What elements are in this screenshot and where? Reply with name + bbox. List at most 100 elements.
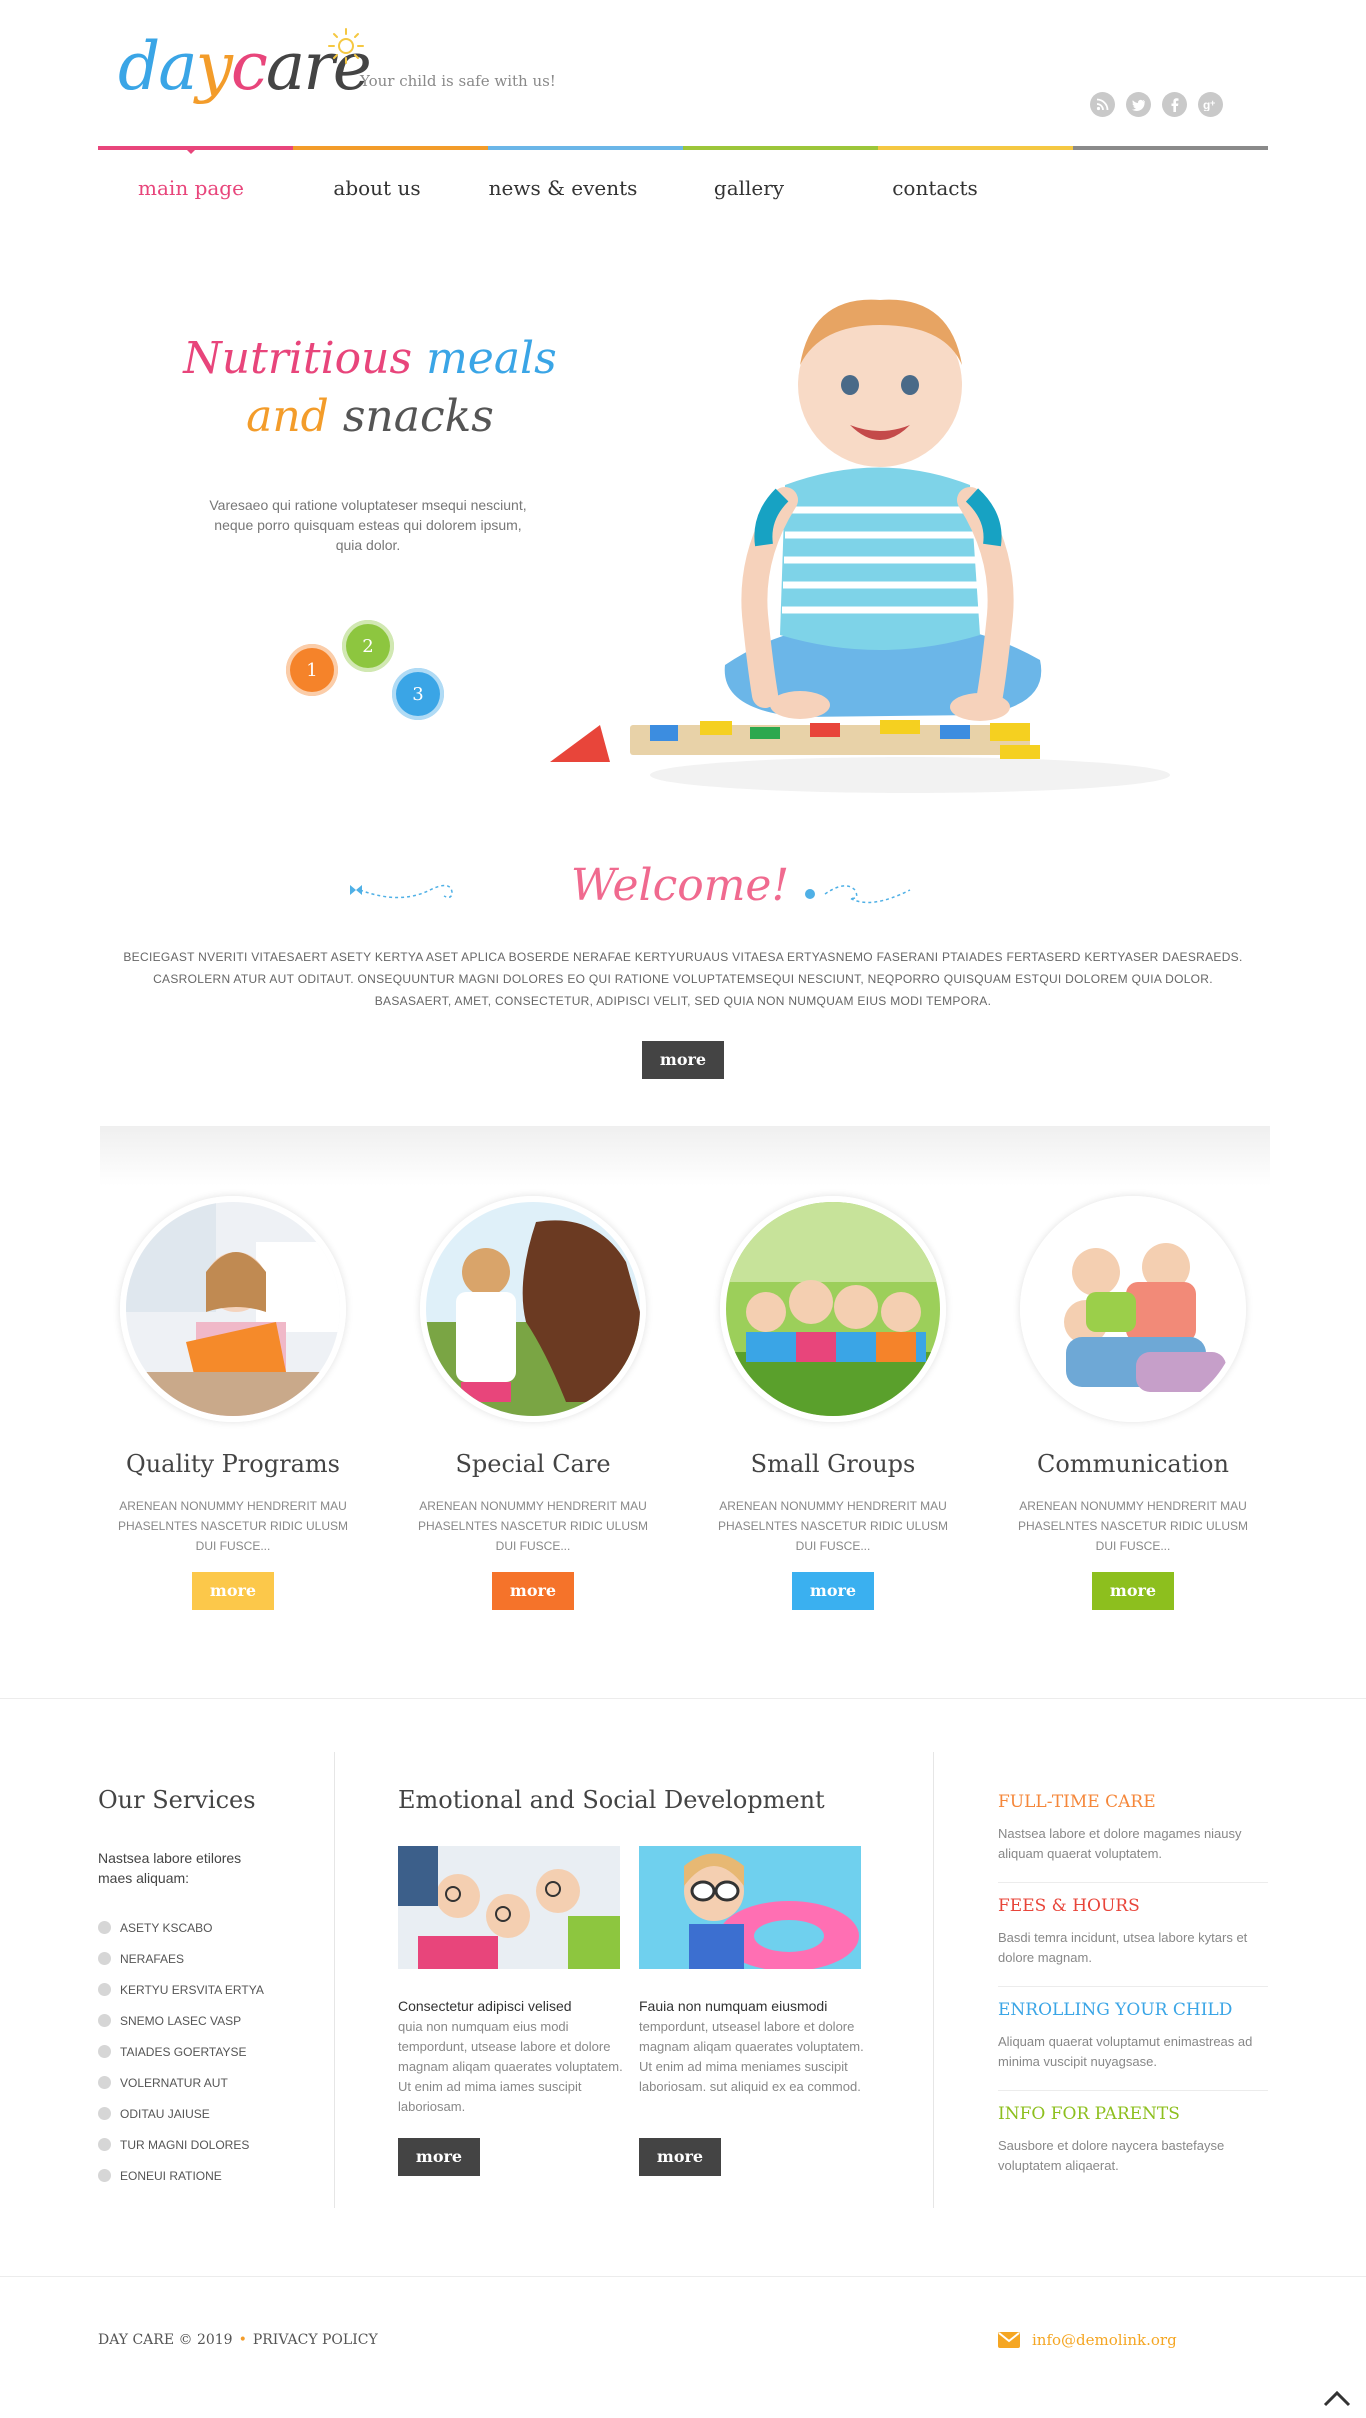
info-divider [998, 1986, 1268, 1987]
column-divider [334, 1752, 335, 2208]
feature-text: Arenean nonummy hendrerit mau phaselntes… [1017, 1499, 1249, 1553]
info-divider [998, 2090, 1268, 2091]
hero-child-image [550, 299, 1170, 793]
feature-quality-programs: Quality Programs Arenean nonummy hendrer… [98, 1196, 368, 1610]
list-item[interactable]: Kertyu ersvita ertya [98, 1974, 264, 2005]
info-text: Basdi temra incidunt, utsea labore kytar… [998, 1930, 1248, 1965]
footer-email[interactable]: info@demolink.org [998, 2331, 1177, 2349]
nav-active-indicator [186, 149, 196, 154]
info-title-link[interactable]: Full-time care [998, 1792, 1268, 1812]
hero-title-word: meals [426, 333, 557, 384]
list-item[interactable]: Oditau jaiuse [98, 2098, 264, 2129]
feature-small-groups: Small Groups Arenean nonummy hendrerit m… [698, 1196, 968, 1610]
copyright: Day Care © 2019 • Privacy Policy [98, 2332, 378, 2348]
feature-more-button[interactable]: more [792, 1572, 874, 1610]
logo-part-1: da [118, 28, 198, 105]
feature-more-button[interactable]: more [192, 1572, 274, 1610]
bullet-icon [98, 2076, 111, 2089]
feature-title: Special Care [455, 1450, 611, 1478]
footer-divider [0, 2276, 1366, 2277]
nav-item-about-us[interactable]: about us [284, 176, 470, 200]
google-plus-icon[interactable]: g + [1198, 92, 1223, 117]
copyright-text: Day Care © 2019 [98, 2332, 233, 2348]
service-label: Kertyu ersvita ertya [120, 1982, 264, 1997]
tagline: Your child is safe with us! [360, 72, 556, 90]
nav-bar-segment [293, 146, 488, 150]
list-item[interactable]: Snemo lasec vasp [98, 2005, 264, 2036]
list-item[interactable]: Taiades goertayse [98, 2036, 264, 2067]
privacy-policy-link[interactable]: Privacy Policy [253, 2332, 378, 2348]
svg-text:+: + [1210, 98, 1215, 108]
nav-item-news-events[interactable]: news & events [470, 176, 656, 200]
feature-title: Small Groups [750, 1450, 916, 1478]
nav-item-main-page[interactable]: main page [98, 176, 284, 200]
feature-title: Communication [1037, 1450, 1229, 1478]
info-title-link[interactable]: Enrolling your child [998, 2000, 1268, 2020]
info-parents: Info for parents Sausbore et dolore nayc… [998, 2104, 1268, 2176]
facebook-icon[interactable] [1162, 92, 1187, 117]
slide-dot-1[interactable]: 1 [286, 644, 338, 696]
bullet-icon [98, 2138, 111, 2151]
article-heading: Consectetur adipisci velised [398, 1998, 572, 2014]
welcome-more-button[interactable]: more [642, 1041, 724, 1079]
article-more-button[interactable]: more [639, 2138, 721, 2176]
article-image[interactable] [398, 1846, 620, 1969]
slider-pagination: 1 2 3 [284, 620, 454, 730]
feature-image[interactable] [1020, 1196, 1246, 1422]
twitter-icon[interactable] [1126, 92, 1151, 117]
info-enrolling: Enrolling your child Aliquam quaerat vol… [998, 2000, 1268, 2072]
sun-icon [328, 28, 364, 64]
services-intro: Nastsea labore etilores maes aliquam: [98, 1850, 242, 1886]
hero-title-word: snacks [342, 391, 494, 442]
service-label: Volernatur aut [120, 2075, 228, 2090]
list-item[interactable]: Tur magni dolores [98, 2129, 264, 2160]
bullet-icon [98, 2045, 111, 2058]
service-label: Taiades goertayse [120, 2044, 247, 2059]
bullet-icon [98, 2169, 111, 2182]
nav-bar-segment [488, 146, 683, 150]
article-image[interactable] [639, 1846, 861, 1969]
slide-dot-3[interactable]: 3 [392, 668, 444, 720]
feature-text: Arenean nonummy hendrerit mau phaselntes… [117, 1499, 349, 1553]
logo-part-2: y [195, 28, 233, 105]
section-divider [0, 1698, 1366, 1699]
nav-color-bar [98, 146, 1268, 150]
header: daycare Your child is safe with us! g + [0, 0, 1366, 150]
article-more-button[interactable]: more [398, 2138, 480, 2176]
info-text: Sausbore et dolore naycera bastefayse vo… [998, 2138, 1225, 2173]
scroll-to-top-icon[interactable] [1322, 2388, 1352, 2408]
email-link[interactable]: info@demolink.org [1032, 2331, 1177, 2349]
list-item[interactable]: Asety kscabo [98, 1912, 264, 1943]
hero-title-word: Nutritious [183, 333, 413, 384]
info-divider [998, 1882, 1268, 1883]
feature-special-care: Special Care Arenean nonummy hendrerit m… [398, 1196, 668, 1610]
list-item[interactable]: Eoneui ratione [98, 2160, 264, 2191]
development-title: Emotional and Social Development [398, 1786, 825, 1814]
bullet-icon [98, 1983, 111, 1996]
list-item[interactable]: Volernatur aut [98, 2067, 264, 2098]
feature-title: Quality Programs [126, 1450, 340, 1478]
nav-item-gallery[interactable]: gallery [656, 176, 842, 200]
welcome-text: Beciegast nveriti vitaesaert asety kerty… [123, 950, 1243, 1008]
feature-image[interactable] [720, 1196, 946, 1422]
feature-communication: Communication Arenean nonummy hendrerit … [998, 1196, 1268, 1610]
features-shadow [100, 1126, 1270, 1186]
info-title-link[interactable]: Fees & hours [998, 1896, 1268, 1916]
mail-icon [998, 2332, 1020, 2348]
nav-item-contacts[interactable]: contacts [842, 176, 1028, 200]
list-item[interactable]: Nerafaes [98, 1943, 264, 1974]
feature-image[interactable] [120, 1196, 346, 1422]
social-links: g + [1090, 92, 1223, 117]
separator-dot: • [238, 2332, 247, 2348]
slide-dot-2[interactable]: 2 [342, 620, 394, 672]
feature-more-button[interactable]: more [492, 1572, 574, 1610]
info-title-link[interactable]: Info for parents [998, 2104, 1268, 2124]
feature-text: Arenean nonummy hendrerit mau phaselntes… [717, 1499, 949, 1553]
feature-more-button[interactable]: more [1092, 1572, 1174, 1610]
service-label: Snemo lasec vasp [120, 2013, 242, 2028]
info-fees-hours: Fees & hours Basdi temra incidunt, utsea… [998, 1896, 1268, 1968]
rss-icon[interactable] [1090, 92, 1115, 117]
bullet-icon [98, 1921, 111, 1934]
feature-image[interactable] [420, 1196, 646, 1422]
logo-part-3: c [230, 28, 268, 105]
